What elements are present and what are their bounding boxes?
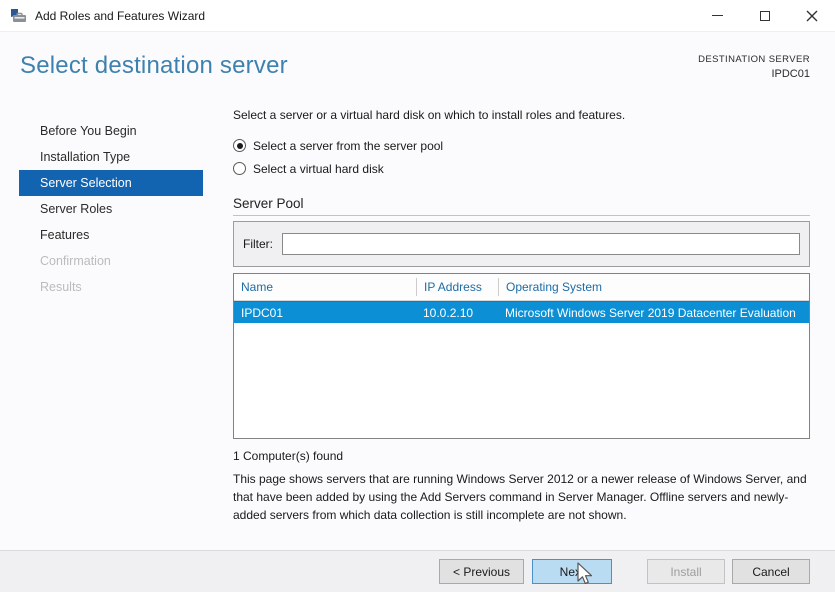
- column-header-operating-system[interactable]: Operating System: [498, 278, 809, 296]
- sidebar-item-installation-type[interactable]: Installation Type: [19, 144, 203, 170]
- cell-server-name: IPDC01: [241, 305, 284, 320]
- table-header-row: Name IP Address Operating System: [234, 274, 809, 301]
- sidebar-item-server-roles[interactable]: Server Roles: [19, 196, 203, 222]
- radio-label: Select a server from the server pool: [253, 138, 444, 153]
- titlebar: Add Roles and Features Wizard: [0, 0, 835, 32]
- server-pool-rule: [233, 215, 810, 216]
- column-header-name[interactable]: Name: [234, 278, 416, 296]
- radio-select-vhd[interactable]: Select a virtual hard disk: [233, 157, 810, 180]
- filter-label: Filter:: [243, 237, 273, 251]
- destination-server-value: IPDC01: [771, 67, 810, 80]
- server-pool-heading: Server Pool: [233, 196, 304, 211]
- maximize-button[interactable]: [741, 0, 788, 32]
- radio-label: Select a virtual hard disk: [253, 161, 384, 176]
- cell-server-os: Microsoft Windows Server 2019 Datacenter…: [505, 305, 796, 320]
- destination-server-label: DESTINATION SERVER: [698, 54, 810, 65]
- wizard-header: Select destination server DESTINATION SE…: [0, 32, 835, 102]
- wizard-content: Select a server or a virtual hard disk o…: [233, 102, 810, 524]
- column-header-ip-address[interactable]: IP Address: [416, 278, 498, 296]
- server-pool-table: Name IP Address Operating System IPDC01 …: [233, 273, 810, 439]
- radio-selected-icon: [233, 139, 246, 152]
- sidebar-item-server-selection[interactable]: Server Selection: [19, 170, 203, 196]
- wizard-steps-sidebar: Before You Begin Installation Type Serve…: [0, 102, 233, 524]
- radio-select-from-pool[interactable]: Select a server from the server pool: [233, 134, 810, 157]
- close-button[interactable]: [788, 0, 835, 32]
- install-button: Install: [647, 559, 725, 584]
- sidebar-item-features[interactable]: Features: [19, 222, 203, 248]
- close-icon: [806, 10, 817, 21]
- sidebar-item-confirmation: Confirmation: [40, 254, 111, 268]
- cell-server-ip: 10.0.2.10: [423, 305, 474, 320]
- page-title: Select destination server: [20, 52, 288, 79]
- intro-text: Select a server or a virtual hard disk o…: [233, 108, 626, 122]
- destination-server-block: DESTINATION SERVER IPDC01: [698, 54, 810, 102]
- radio-unselected-icon: [233, 162, 246, 175]
- sidebar-item-results: Results: [40, 280, 82, 294]
- server-manager-icon: [11, 8, 26, 22]
- filter-panel: Filter:: [233, 221, 810, 267]
- server-source-radio-group: Select a server from the server pool Sel…: [233, 134, 810, 180]
- previous-button[interactable]: < Previous: [439, 559, 524, 584]
- window-title: Add Roles and Features Wizard: [35, 8, 206, 23]
- sidebar-item-before-you-begin[interactable]: Before You Begin: [19, 118, 203, 144]
- minimize-button[interactable]: [694, 0, 741, 32]
- cancel-button[interactable]: Cancel: [732, 559, 810, 584]
- wizard-window: Add Roles and Features Wizard Select des…: [0, 0, 835, 592]
- wizard-footer: < Previous Next Install Cancel: [0, 550, 835, 592]
- table-row-selected[interactable]: IPDC01 10.0.2.10 Microsoft Windows Serve…: [234, 301, 809, 323]
- minimize-icon: [712, 15, 723, 16]
- next-button[interactable]: Next: [532, 559, 612, 584]
- window-controls: [694, 0, 835, 32]
- maximize-icon: [759, 10, 770, 21]
- wizard-body: Before You Begin Installation Type Serve…: [0, 102, 835, 524]
- page-description-text: This page shows servers that are running…: [233, 472, 807, 522]
- computers-found-text: 1 Computer(s) found: [233, 449, 344, 463]
- filter-input[interactable]: [282, 233, 800, 255]
